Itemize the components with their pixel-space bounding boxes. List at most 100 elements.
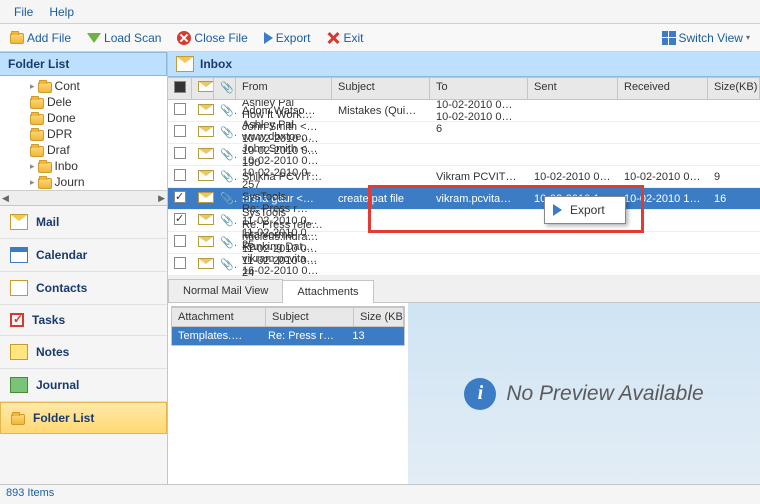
envelope-icon	[198, 192, 214, 203]
status-item-count: 893 Items	[6, 487, 54, 499]
paperclip-icon: 📎	[220, 127, 236, 139]
envelope-icon	[198, 148, 214, 159]
envelope-icon	[198, 126, 214, 137]
row-checkbox[interactable]	[174, 191, 186, 203]
preview-pane: i No Preview Available	[408, 303, 760, 484]
col-sent[interactable]: Sent	[528, 78, 618, 99]
col-from[interactable]: From	[236, 78, 332, 99]
nav-notes[interactable]: Notes	[0, 336, 167, 369]
folder-tree[interactable]: ▸Cont Dele Done DPR Draf ▸Inbo ▸Journ ◀▶	[0, 76, 167, 206]
folder-icon	[30, 98, 44, 109]
sidebar-header: Folder List	[0, 52, 167, 76]
envelope-icon	[198, 236, 214, 247]
paperclip-icon: 📎	[220, 215, 236, 227]
attach-grid-header: Attachment Subject Size (KB)	[172, 307, 404, 327]
col-size[interactable]: Size(KB)	[708, 78, 760, 99]
col-attachment-icon[interactable]: 📎	[214, 78, 236, 99]
envelope-icon	[198, 104, 214, 115]
nav-tasks[interactable]: Tasks	[0, 305, 167, 336]
tab-attachments[interactable]: Attachments	[282, 280, 373, 303]
play-icon	[553, 204, 562, 216]
tree-item[interactable]: DPR	[2, 126, 165, 142]
col-received[interactable]: Received	[618, 78, 708, 99]
tree-item[interactable]: Done	[2, 110, 165, 126]
switch-view-button[interactable]: Switch View ▾	[658, 29, 755, 47]
toolbar: Add File Load Scan Close File Export Exi…	[0, 24, 760, 52]
context-export[interactable]: Export	[547, 199, 623, 221]
paperclip-icon: 📎	[220, 193, 236, 205]
col-attach-subject[interactable]: Subject	[266, 308, 354, 326]
nav-folder-list[interactable]: Folder List	[0, 402, 167, 434]
tree-item[interactable]: ▸Cont	[2, 78, 165, 94]
add-file-button[interactable]: Add File	[6, 29, 75, 47]
calendar-icon	[10, 247, 28, 263]
mail-icon	[176, 56, 194, 72]
content-pane: Inbox 📎 From Subject To Sent Received Si…	[168, 52, 760, 484]
mail-row[interactable]: 📎lata verma Ranking Dat…vikram.pcvita…16…	[168, 254, 760, 276]
col-subject[interactable]: Subject	[332, 78, 430, 99]
download-icon	[87, 33, 101, 43]
contacts-icon	[10, 280, 28, 296]
load-scan-button[interactable]: Load Scan	[83, 29, 165, 47]
row-checkbox[interactable]	[174, 147, 186, 159]
close-file-button[interactable]: Close File	[173, 29, 251, 47]
col-attachment[interactable]: Attachment	[172, 308, 266, 326]
col-envelope-icon[interactable]	[192, 78, 214, 99]
tree-item[interactable]: ▸Journ	[2, 174, 165, 190]
folder-icon	[30, 114, 44, 125]
grid-icon	[662, 31, 676, 45]
col-checkbox[interactable]	[168, 78, 192, 99]
notes-icon	[10, 344, 28, 360]
paperclip-icon: 📎	[220, 171, 236, 183]
tasks-icon	[10, 313, 24, 327]
mail-grid-body[interactable]: Export 📎Adom Watso…Mistakes (Qui…ima-vkm…	[168, 100, 760, 276]
mail-icon	[10, 214, 28, 230]
folder-icon	[30, 130, 44, 141]
folder-icon	[11, 414, 25, 425]
tab-normal-view[interactable]: Normal Mail View	[168, 279, 283, 302]
inbox-header: Inbox	[168, 52, 760, 77]
row-checkbox[interactable]	[174, 213, 186, 225]
paperclip-icon: 📎	[220, 149, 236, 161]
info-icon: i	[464, 378, 496, 410]
status-bar: 893 Items	[0, 484, 760, 504]
paperclip-icon: 📎	[220, 237, 236, 249]
mail-row[interactable]: 📎Ashley Pal www.dbxtoe…John Smith <…10-0…	[168, 144, 760, 166]
envelope-icon	[198, 214, 214, 225]
play-icon	[264, 32, 273, 44]
envelope-icon	[198, 170, 214, 181]
col-attach-size[interactable]: Size (KB)	[354, 308, 404, 326]
tree-item[interactable]: ▸Inbo	[2, 158, 165, 174]
attachment-row[interactable]: Templates.… Re: Press r… 13	[172, 327, 404, 345]
close-icon	[177, 31, 191, 45]
folder-icon	[30, 146, 44, 157]
folder-icon	[10, 33, 24, 44]
paperclip-icon: 📎	[220, 105, 236, 117]
journal-icon	[10, 377, 28, 393]
nav-calendar[interactable]: Calendar	[0, 239, 167, 272]
context-menu: Export	[544, 196, 626, 224]
preview-message: No Preview Available	[506, 382, 703, 406]
menu-file[interactable]: File	[6, 3, 41, 21]
row-checkbox[interactable]	[174, 103, 186, 115]
row-checkbox[interactable]	[174, 257, 186, 269]
folder-icon	[38, 162, 52, 173]
tree-item[interactable]: Draf	[2, 142, 165, 158]
menu-help[interactable]: Help	[41, 3, 82, 21]
row-checkbox[interactable]	[174, 235, 186, 247]
nav-mail[interactable]: Mail	[0, 206, 167, 239]
folder-icon	[38, 178, 52, 189]
row-checkbox[interactable]	[174, 169, 186, 181]
tree-item[interactable]: Dele	[2, 94, 165, 110]
envelope-icon	[198, 258, 214, 269]
attachments-pane: Attachment Subject Size (KB) Templates.……	[168, 303, 408, 484]
paperclip-icon: 📎	[220, 259, 236, 271]
col-to[interactable]: To	[430, 78, 528, 99]
folder-icon	[38, 82, 52, 93]
nav-journal[interactable]: Journal	[0, 369, 167, 402]
tree-scrollbar[interactable]: ◀▶	[0, 190, 167, 205]
row-checkbox[interactable]	[174, 125, 186, 137]
export-button[interactable]: Export	[260, 29, 315, 47]
nav-contacts[interactable]: Contacts	[0, 272, 167, 305]
exit-button[interactable]: Exit	[322, 29, 367, 47]
